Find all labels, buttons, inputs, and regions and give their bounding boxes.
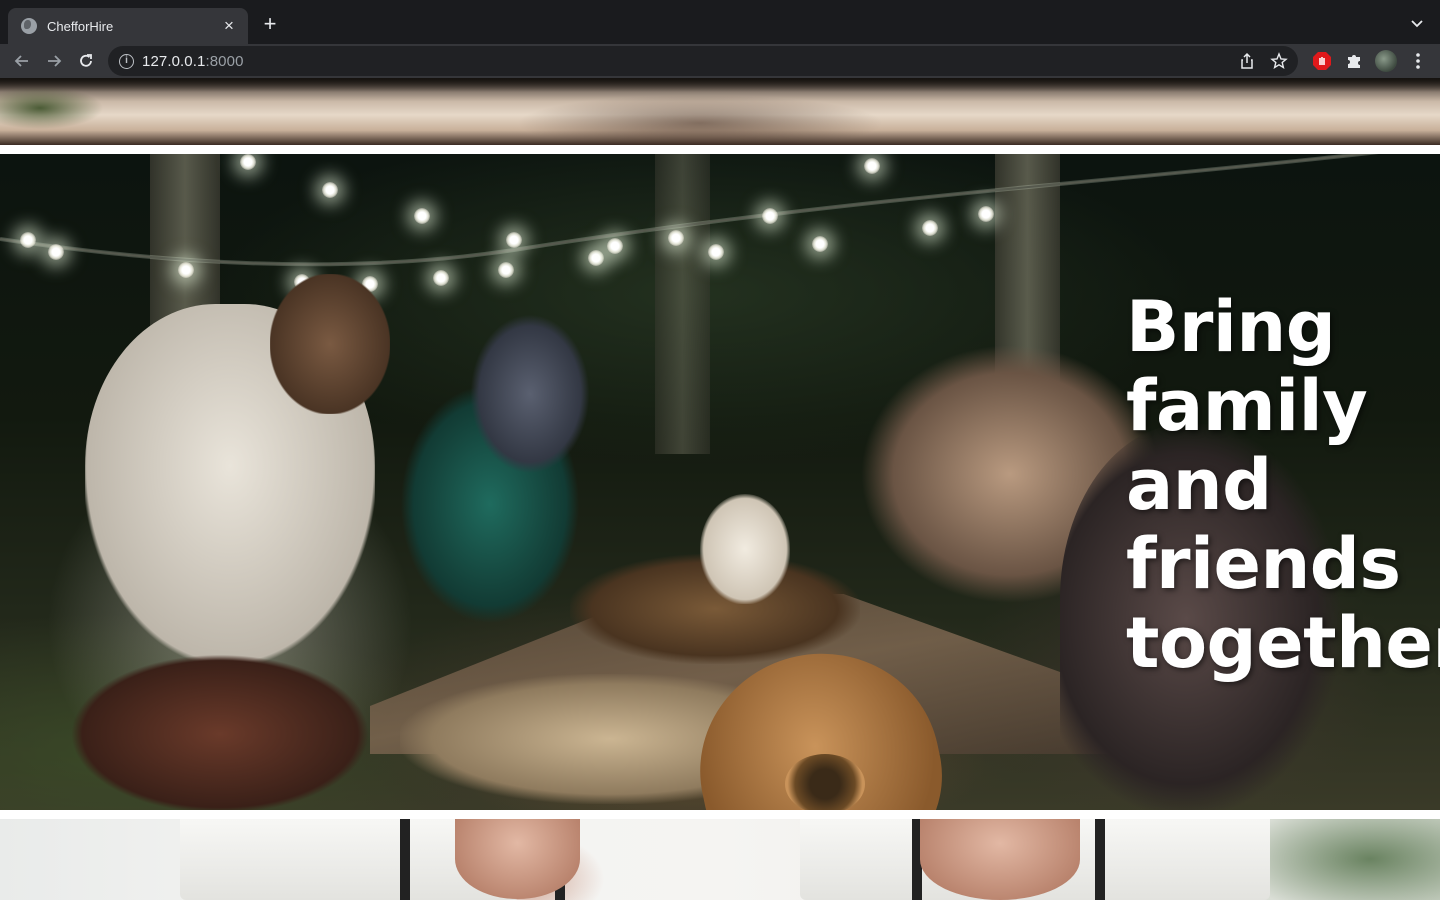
star-icon[interactable] — [1270, 52, 1288, 70]
url-port: :8000 — [205, 52, 244, 70]
headline-line: family — [1126, 365, 1368, 447]
info-icon[interactable]: i — [119, 53, 134, 69]
arrow-right-icon[interactable] — [43, 50, 65, 72]
top-photo-strip — [0, 78, 1440, 145]
profile-avatar[interactable] — [1375, 50, 1397, 72]
headline-line: friends — [1126, 523, 1401, 605]
page-viewport: Bring family and friends together. — [0, 78, 1440, 900]
light-bulb — [922, 220, 938, 236]
plus-icon[interactable]: + — [258, 13, 282, 37]
browser-toolbar: i 127.0.0.1:8000 — [0, 44, 1440, 78]
chef-head — [920, 819, 1080, 900]
light-bulb — [498, 262, 514, 278]
light-bulb — [178, 262, 194, 278]
light-bulb — [48, 244, 64, 260]
adblock-icon[interactable] — [1312, 51, 1332, 71]
browser-tab[interactable]: ChefforHire × — [8, 8, 248, 44]
close-icon[interactable]: × — [220, 17, 238, 35]
apron-strap — [400, 819, 410, 900]
light-bulb — [414, 208, 430, 224]
chef-head — [455, 819, 580, 899]
kebab-menu-icon[interactable] — [1408, 51, 1428, 71]
light-bulb — [708, 244, 724, 260]
share-icon[interactable] — [1238, 52, 1256, 70]
globe-icon — [21, 18, 37, 34]
light-bulb — [322, 182, 338, 198]
tab-strip: ChefforHire × + — [0, 0, 1440, 44]
light-bulb — [668, 230, 684, 246]
light-bulb — [607, 238, 623, 254]
light-bulb — [762, 208, 778, 224]
light-bulb — [20, 232, 36, 248]
light-bulb — [588, 250, 604, 266]
guest-figure — [470, 314, 590, 474]
tab-title: ChefforHire — [47, 18, 114, 34]
light-bulb — [506, 232, 522, 248]
omnibox-actions — [1238, 52, 1288, 70]
url-text: 127.0.0.1:8000 — [142, 53, 244, 70]
chefs-photo-strip — [0, 819, 1440, 900]
knit-pouf — [70, 654, 370, 810]
reload-icon[interactable] — [75, 50, 97, 72]
headline-line: Bring — [1126, 286, 1336, 368]
chevron-down-icon[interactable] — [1408, 14, 1426, 32]
light-bulb — [864, 158, 880, 174]
light-bulb — [978, 206, 994, 222]
lute-rosette — [785, 754, 865, 810]
apron-strap — [1095, 819, 1105, 900]
light-bulb — [433, 270, 449, 286]
light-bulb — [812, 236, 828, 252]
lantern — [700, 494, 790, 604]
guest-head — [270, 274, 390, 414]
puzzle-icon[interactable] — [1344, 51, 1364, 71]
light-bulb — [240, 154, 256, 170]
hero-headline: Bring family and friends together. — [1126, 286, 1440, 684]
headline-line: and — [1126, 444, 1272, 526]
url-host: 127.0.0.1 — [142, 52, 206, 70]
address-bar[interactable]: i 127.0.0.1:8000 — [108, 46, 1298, 76]
arrow-left-icon[interactable] — [11, 50, 33, 72]
hero-banner: Bring family and friends together. — [0, 154, 1440, 810]
headline-line: together. — [1126, 602, 1440, 684]
